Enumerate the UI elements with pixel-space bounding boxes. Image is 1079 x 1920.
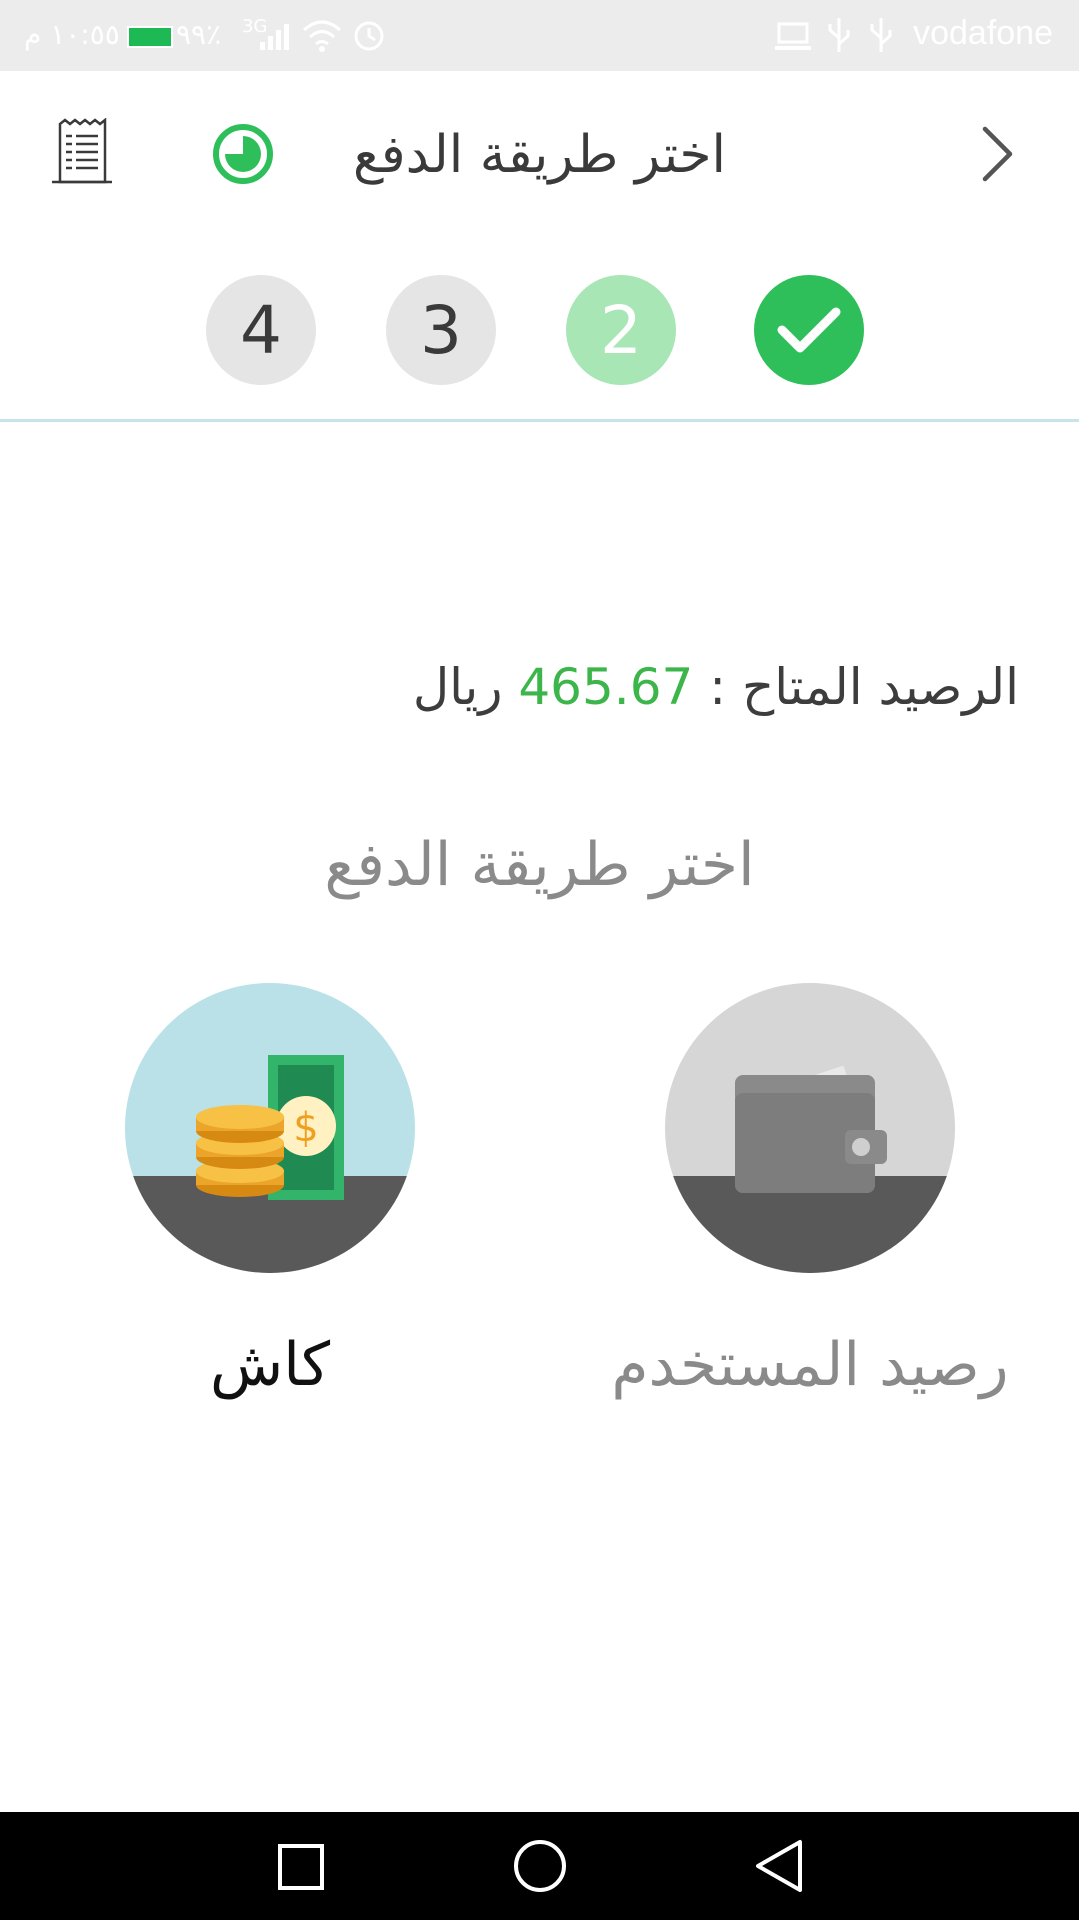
svg-text:$: $ [293,1105,318,1151]
balance-currency: ريال [412,658,503,716]
step-4: 4 [206,275,316,385]
user-balance-option-label[interactable]: رصيد المستخدم [590,1325,1030,1405]
back-icon[interactable] [754,1838,806,1894]
user-balance-option[interactable] [665,983,955,1273]
cash-option-label[interactable]: كاش [120,1325,420,1405]
usb-icon [828,18,850,52]
step-3: 3 [386,275,496,385]
balance-amount: 465.67 [518,658,694,716]
home-icon[interactable] [512,1838,568,1894]
wallet-icon [665,983,955,1273]
header-divider [0,419,1079,422]
cash-icon: $ [125,983,415,1273]
recents-icon[interactable] [276,1842,326,1892]
page-title: اختر طريقة الدفع [353,125,726,185]
system-navigation-bar [0,1812,1079,1920]
usb-debug-icon [870,18,892,52]
balance-label: الرصيد المتاح : [709,658,1019,716]
status-time: ١٠:٥٥ م [24,18,120,51]
chevron-right-icon[interactable] [980,124,1016,184]
battery-level: ٩٩٪ [176,18,222,51]
step-2: 2 [566,275,676,385]
payment-method-heading: اختر طريقة الدفع [324,830,755,900]
cash-option[interactable]: $ [125,983,415,1273]
laptop-icon [775,22,811,50]
signal-icon [260,24,289,50]
carrier-name: vodafone [913,14,1053,52]
alarm-icon [354,21,384,51]
wifi-icon [303,20,341,52]
battery-icon [127,26,173,48]
available-balance: الرصيد المتاح : 465.67 ريال [413,650,1019,724]
checkmark-icon [777,307,841,353]
status-bar: ١٠:٥٥ م ٩٩٪ 3G vodafone [0,0,1079,71]
step-1-done [754,275,864,385]
